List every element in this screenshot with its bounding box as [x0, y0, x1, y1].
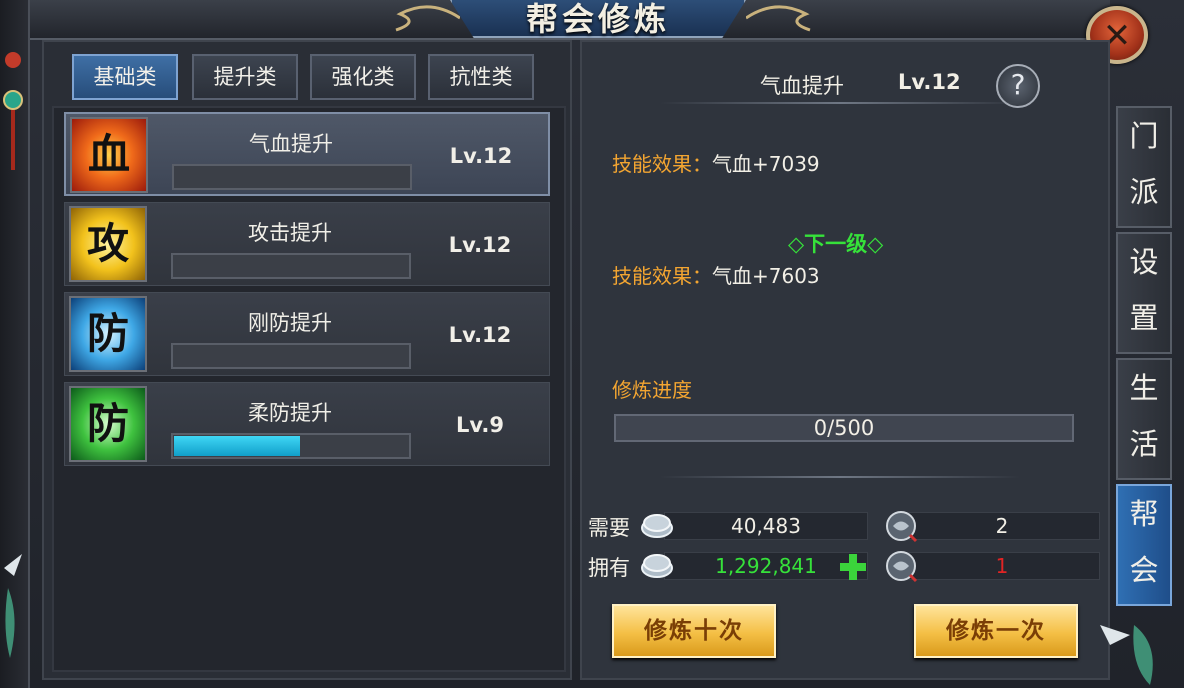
need-tokens-value: 2	[995, 514, 1009, 538]
skill-name: 气血提升	[249, 132, 333, 156]
skill-name: 刚防提升	[248, 311, 332, 335]
tab-basic[interactable]: 基础类	[72, 54, 178, 100]
tab-resistance[interactable]: 抗性类	[428, 54, 534, 100]
effect-value: 气血+7039	[712, 152, 820, 176]
tassel-ornament-icon	[3, 52, 23, 170]
need-tokens-field: 2	[904, 512, 1100, 540]
train-once-button[interactable]: 修炼一次	[914, 604, 1078, 658]
skill-level: Lv.12	[449, 144, 513, 168]
have-label: 拥有	[588, 556, 630, 580]
skill-name: 柔防提升	[248, 401, 332, 425]
attack-icon: 攻	[69, 206, 147, 282]
silver-coin-icon	[641, 514, 673, 538]
effect-value: 气血+7603	[712, 264, 820, 288]
have-coins-value: 1,292,841	[715, 554, 817, 578]
skill-row-soft-defense[interactable]: 防 柔防提升 Lv.9	[64, 382, 550, 466]
next-effect: 技能效果：气血+7603	[612, 260, 820, 289]
detail-skill-level: Lv.12	[898, 70, 961, 94]
skill-level: Lv.12	[448, 323, 512, 347]
next-level-heading: ◇下一级◇	[788, 232, 884, 256]
progress-text: 0/500	[813, 416, 875, 440]
soft-defense-icon: 防	[69, 386, 147, 462]
skill-level: Lv.12	[448, 233, 512, 257]
effect-label: 技能效果：	[612, 152, 712, 176]
title-bar: 帮会修炼	[30, 0, 1110, 40]
side-tab-settings[interactable]: 设置	[1116, 232, 1172, 354]
need-coins-field: 40,483	[664, 512, 868, 540]
scroll-ornament-right-icon	[746, 5, 811, 32]
skill-progress-bar	[171, 343, 411, 369]
skill-row-hard-defense[interactable]: 防 刚防提升 Lv.12	[64, 292, 550, 376]
have-tokens-value: 1	[995, 554, 1009, 578]
progress-label: 修炼进度	[612, 378, 692, 402]
side-tab-life[interactable]: 生活	[1116, 358, 1172, 480]
skill-progress-bar	[171, 253, 411, 279]
guild-token-icon	[886, 551, 918, 583]
skill-detail-panel: 气血提升 Lv.12 ? 技能效果：气血+7039 ◇下一级◇ 技能效果：气血+…	[580, 40, 1110, 680]
divider	[660, 102, 1020, 104]
skill-list-panel: 基础类 提升类 强化类 抗性类 血 气血提升 Lv.12 攻 攻击提升 Lv.1…	[42, 40, 572, 680]
skill-progress-bar	[171, 433, 411, 459]
side-tab-guild[interactable]: 帮会	[1116, 484, 1172, 606]
train-ten-button[interactable]: 修炼十次	[612, 604, 776, 658]
scroll-ornament-left-icon	[395, 5, 460, 32]
current-effect: 技能效果：气血+7039	[612, 148, 820, 177]
side-tab-sect[interactable]: 门派	[1116, 106, 1172, 228]
skill-name: 攻击提升	[248, 221, 332, 245]
guild-token-icon	[886, 511, 918, 543]
leaf-ornament-icon	[4, 554, 22, 658]
skill-row-blood[interactable]: 血 气血提升 Lv.12	[64, 112, 550, 196]
training-progress-bar: 0/500	[614, 414, 1074, 442]
help-icon: ?	[1010, 68, 1026, 101]
need-coins-value: 40,483	[731, 514, 801, 538]
skill-list: 血 气血提升 Lv.12 攻 攻击提升 Lv.12 防 刚防提升 Lv.12 防…	[52, 106, 566, 672]
skill-level: Lv.9	[456, 413, 504, 437]
blossom-ornament-icon	[1100, 625, 1153, 685]
detail-skill-name: 气血提升	[760, 74, 844, 98]
skill-row-attack[interactable]: 攻 攻击提升 Lv.12	[64, 202, 550, 286]
add-coins-plus-icon[interactable]	[838, 552, 868, 582]
silver-coin-icon	[641, 554, 673, 578]
tab-boost[interactable]: 提升类	[192, 54, 298, 100]
window-title: 帮会修炼	[525, 0, 670, 38]
window-frame: 帮会修炼 ✕ 基础类 提升类 强化类 抗性类 血 气血提升 Lv.12 攻 攻击…	[0, 0, 1184, 688]
divider	[660, 476, 1020, 478]
have-tokens-field: 1	[904, 552, 1100, 580]
skill-progress-bar	[172, 164, 412, 190]
effect-label: 技能效果：	[612, 264, 712, 288]
hard-defense-icon: 防	[69, 296, 147, 372]
blood-icon: 血	[70, 117, 148, 193]
need-label: 需要	[588, 516, 630, 540]
tab-enhance[interactable]: 强化类	[310, 54, 416, 100]
